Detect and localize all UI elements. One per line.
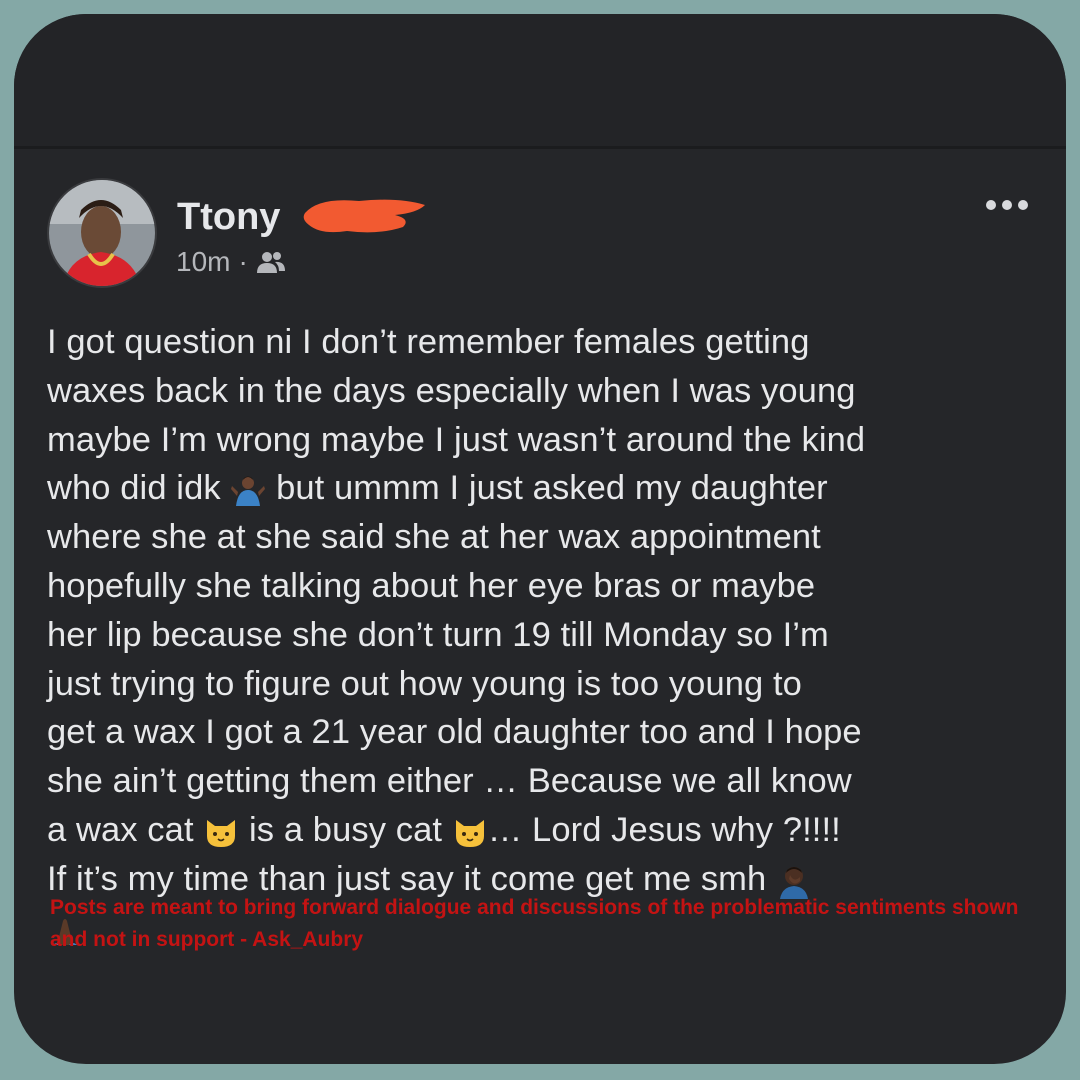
author-name[interactable]: Ttony [177,196,280,239]
post-text-2: but ummm I just asked my daughter where … [47,469,862,849]
post-time[interactable]: 10m [176,246,230,278]
post-card: Ttony 10m · I got question ni I don’t re… [14,14,1066,1064]
friends-icon [256,252,285,273]
post-text-3: is a busy cat [239,810,452,849]
author-avatar[interactable] [47,178,157,288]
top-bar [14,14,1066,149]
cat-face-emoji [455,819,484,847]
more-options-icon[interactable] [986,200,1032,216]
post-body: I got question ni I don’t remember femal… [47,318,1037,952]
disclaimer-notice: Posts are meant to bring forward dialogu… [50,896,1019,951]
person-shrugging-emoji [231,476,266,507]
meta-separator: · [238,246,248,277]
cat-face-emoji [207,819,236,847]
redaction-scribble [303,199,425,233]
post-meta: 10m · [176,246,286,278]
